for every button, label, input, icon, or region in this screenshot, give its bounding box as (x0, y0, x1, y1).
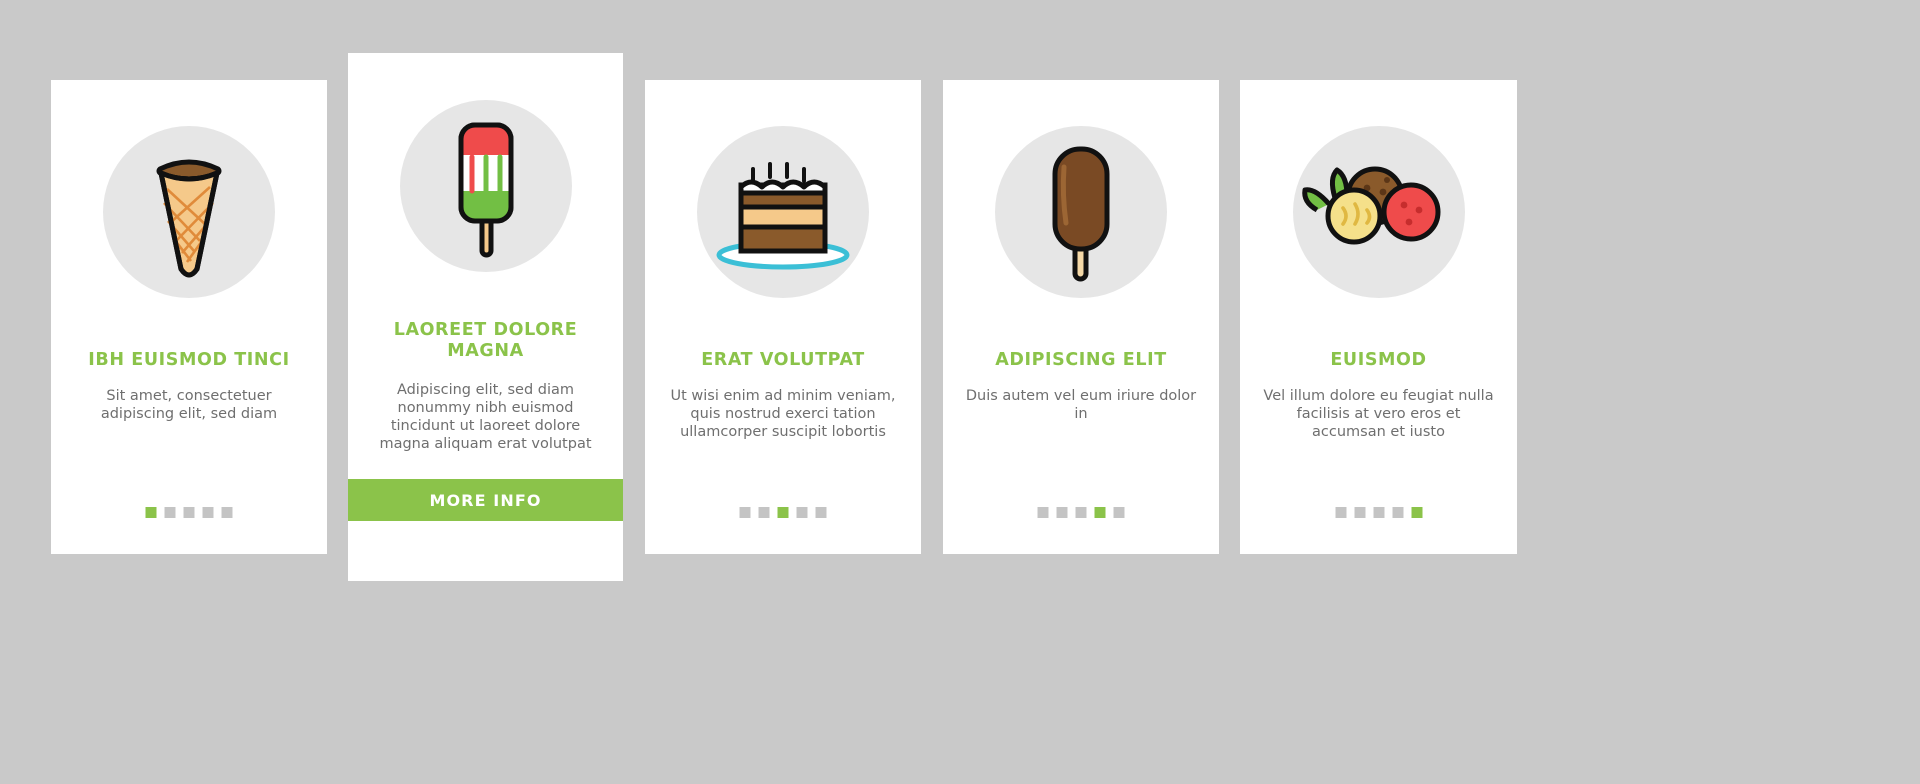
ice-cream-scoops-icon (1299, 152, 1459, 272)
icon-circle (995, 126, 1167, 298)
layer-cake-icon (708, 147, 858, 277)
pagination-dot-5[interactable] (815, 507, 827, 518)
card-body: Duis autem vel eum iriure dolor in (965, 388, 1197, 422)
pagination-dots[interactable] (739, 507, 827, 518)
card-title: LAOREET DOLORE MAGNA (393, 320, 578, 361)
onboarding-card-4[interactable]: ADIPISCING ELIT Duis autem vel eum iriur… (943, 80, 1219, 554)
icon-circle (103, 126, 275, 298)
pagination-dot-5[interactable] (1411, 507, 1422, 518)
icon-circle (1292, 126, 1465, 298)
pagination-dot-1[interactable] (1335, 507, 1346, 518)
waffle-ice-cream-cone-icon (134, 137, 244, 287)
pagination-dot-4[interactable] (796, 507, 808, 518)
onboarding-card-1[interactable]: IBH EUISMOD TINCI Sit amet, consectetuer… (51, 80, 327, 554)
card-title: EUISMOD (1330, 350, 1427, 370)
icon-circle (697, 126, 869, 298)
card-body: Vel illum dolore eu feugiat nulla facili… (1263, 388, 1494, 440)
card-title: ERAT VOLUTPAT (701, 350, 865, 370)
pagination-dot-2[interactable] (758, 507, 770, 518)
pagination-dot-3[interactable] (183, 507, 195, 518)
pagination-dots[interactable] (1335, 507, 1422, 518)
card-title: IBH EUISMOD TINCI (88, 350, 290, 370)
pagination-dot-4[interactable] (1094, 507, 1106, 518)
pagination-dot-1[interactable] (739, 507, 751, 518)
pagination-dot-3[interactable] (777, 507, 789, 518)
pagination-dot-4[interactable] (1392, 507, 1403, 518)
pagination-dot-4[interactable] (202, 507, 214, 518)
pagination-dot-5[interactable] (221, 507, 233, 518)
onboarding-card-5[interactable]: EUISMOD Vel illum dolore eu feugiat null… (1240, 80, 1517, 554)
onboarding-screens-stage: IBH EUISMOD TINCI Sit amet, consectetuer… (0, 0, 1920, 784)
pagination-dots[interactable] (1037, 507, 1125, 518)
pagination-dot-1[interactable] (145, 507, 157, 518)
popsicle-ice-lolly-icon (431, 111, 541, 261)
pagination-dot-3[interactable] (1075, 507, 1087, 518)
pagination-dot-2[interactable] (1056, 507, 1068, 518)
onboarding-card-2[interactable]: LAOREET DOLORE MAGNA Adipiscing elit, se… (348, 53, 623, 581)
pagination-dots[interactable] (145, 507, 233, 518)
card-body: Ut wisi enim ad minim veniam, quis nostr… (670, 388, 896, 440)
card-body: Adipiscing elit, sed diam nonummy nibh e… (379, 382, 592, 452)
pagination-dot-5[interactable] (1113, 507, 1125, 518)
card-title: ADIPISCING ELIT (995, 350, 1167, 370)
icon-circle (399, 100, 572, 272)
chocolate-ice-cream-bar-icon (1026, 137, 1136, 287)
pagination-dot-2[interactable] (164, 507, 176, 518)
card-body: Sit amet, consectetuer adipiscing elit, … (100, 388, 278, 422)
pagination-dot-2[interactable] (1354, 507, 1365, 518)
pagination-dot-1[interactable] (1037, 507, 1049, 518)
pagination-dot-3[interactable] (1373, 507, 1384, 518)
more-info-button[interactable]: MORE INFO (348, 479, 623, 521)
onboarding-card-3[interactable]: ERAT VOLUTPAT Ut wisi enim ad minim veni… (645, 80, 921, 554)
